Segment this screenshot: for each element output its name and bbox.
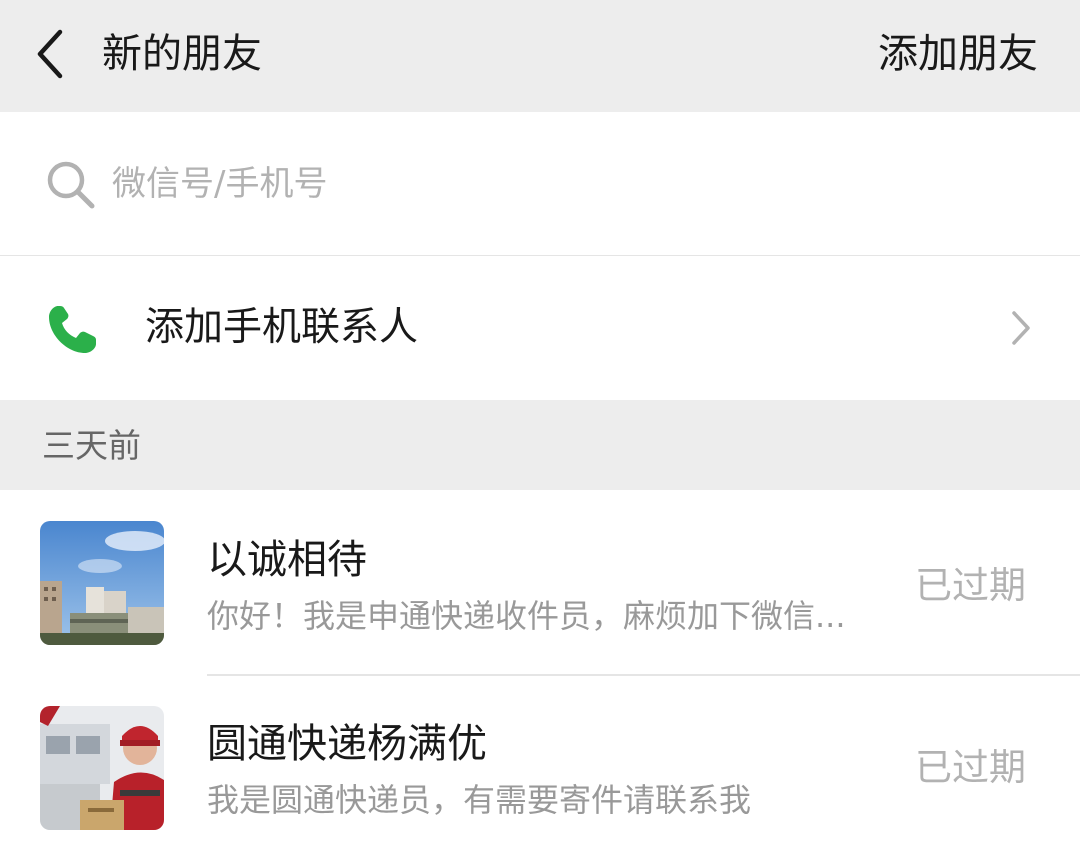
add-phone-contacts-label: 添加手机联系人: [145, 305, 419, 350]
add-friend-button[interactable]: 添加朋友: [878, 28, 1038, 80]
search-icon: [47, 161, 95, 209]
request-status: 已过期: [915, 746, 1026, 789]
friend-request-item[interactable]: 圆通快递杨满优 我是圆通快递员，有需要寄件请联系我 已过期: [0, 676, 1080, 844]
request-name: 以诚相待: [207, 537, 367, 583]
section-header: 三天前: [0, 400, 1080, 490]
add-phone-contacts-row[interactable]: 添加手机联系人: [0, 256, 1080, 399]
search-bar: [0, 112, 1080, 256]
chevron-left-icon: [37, 29, 63, 79]
request-name: 圆通快递杨满优: [207, 721, 487, 767]
section-label: 三天前: [42, 426, 141, 465]
back-button[interactable]: [30, 26, 78, 82]
phone-icon: [49, 306, 96, 353]
avatar: [40, 521, 164, 645]
search-input[interactable]: [112, 158, 1012, 210]
request-message: 你好！我是申通快递收件员，麻烦加下微信...: [207, 597, 846, 635]
top-bar: 新的朋友 添加朋友: [0, 0, 1080, 112]
chevron-right-icon: [1012, 311, 1030, 345]
request-status: 已过期: [915, 564, 1026, 607]
page-title: 新的朋友: [102, 31, 262, 77]
avatar: [40, 706, 164, 830]
friend-request-item[interactable]: 以诚相待 你好！我是申通快递收件员，麻烦加下微信... 已过期: [0, 490, 1080, 674]
request-message: 我是圆通快递员，有需要寄件请联系我: [207, 781, 752, 819]
